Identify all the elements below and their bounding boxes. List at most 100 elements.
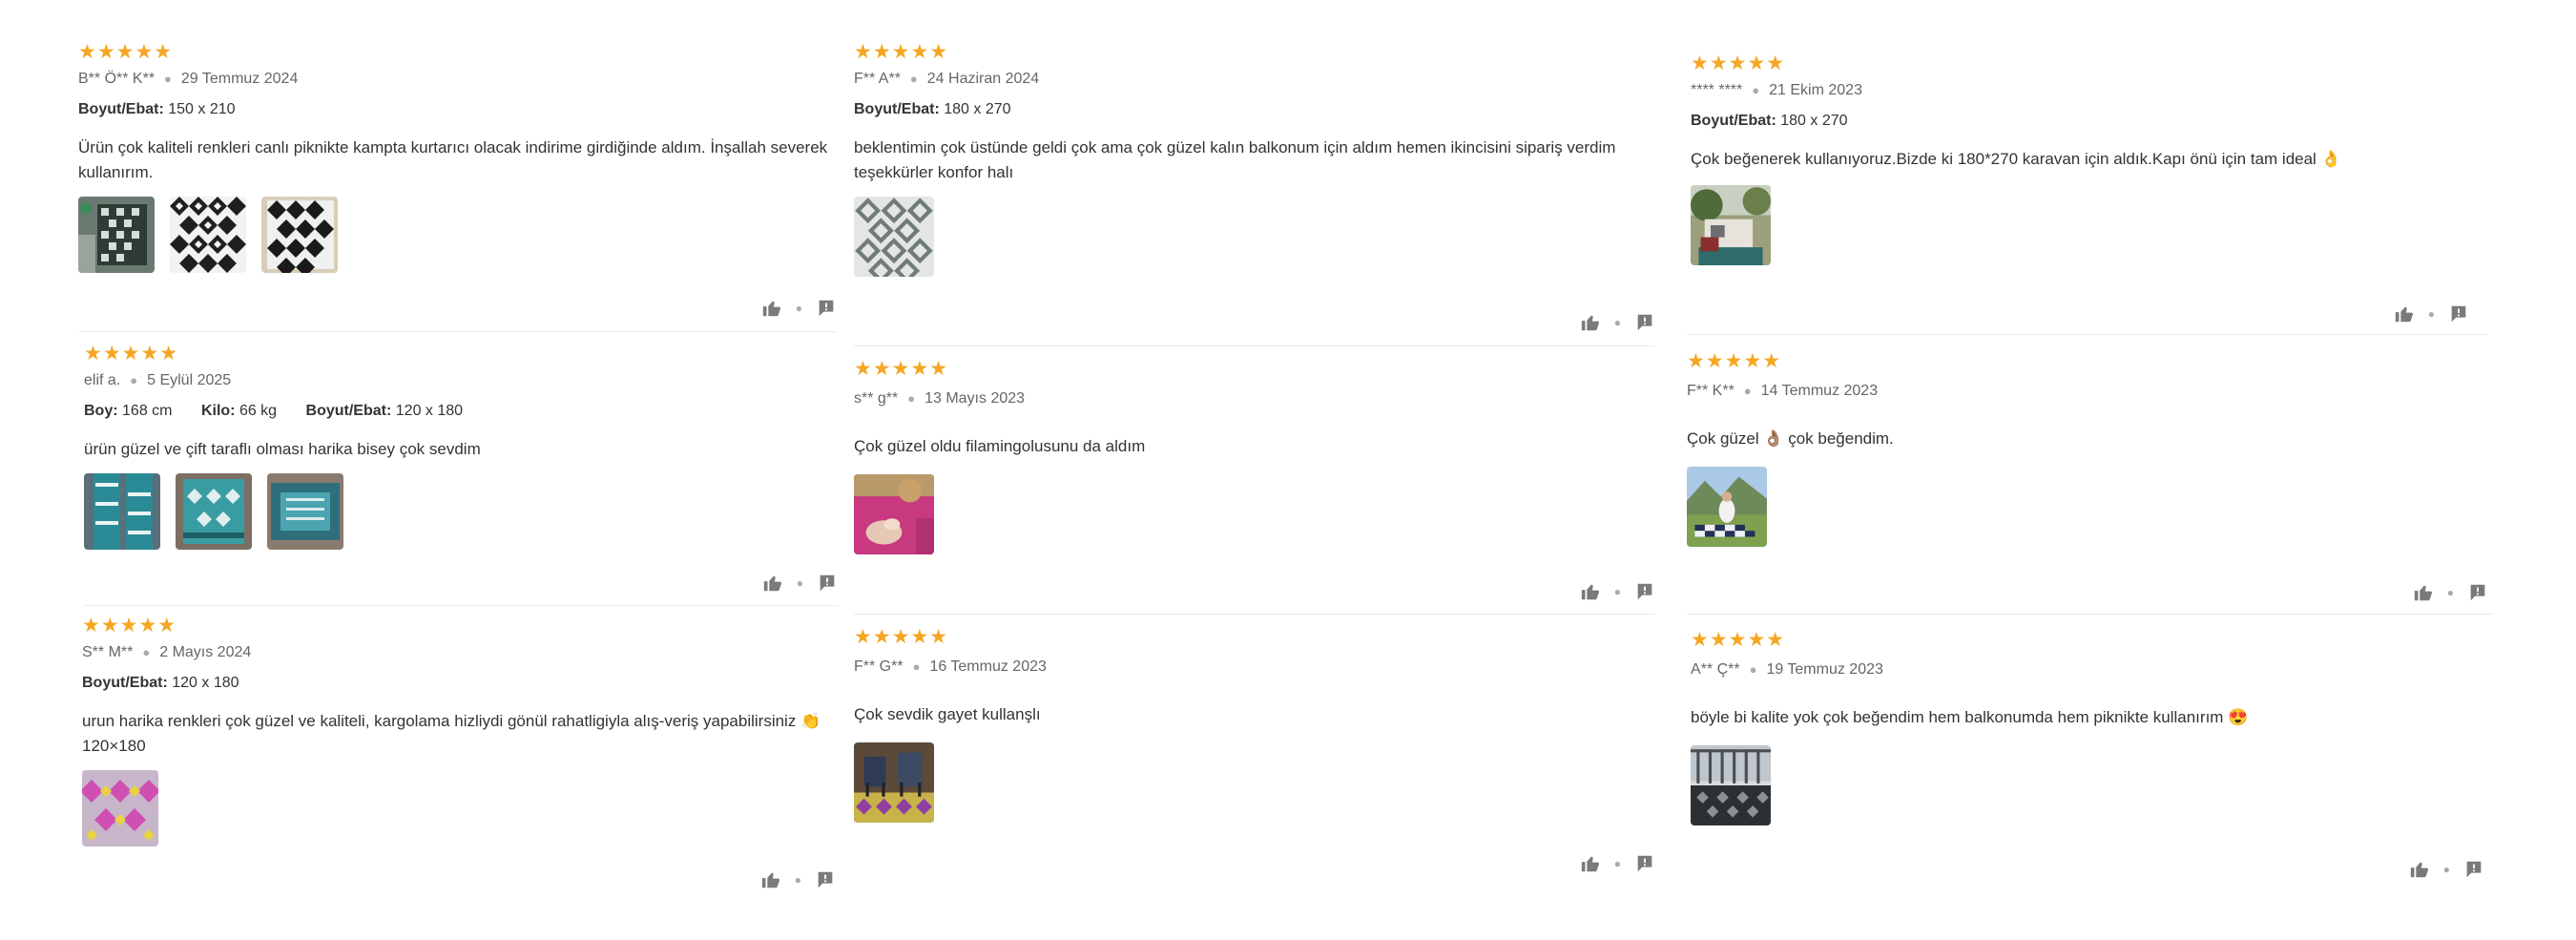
star-rating: ★★★★★ (854, 41, 949, 63)
divider (84, 605, 838, 606)
review-author: A** Ç** (1691, 661, 1740, 678)
thumbs-up-icon[interactable] (1580, 853, 1601, 874)
review-photos (854, 197, 1655, 277)
flag-icon[interactable] (2463, 859, 2484, 880)
divider (78, 331, 837, 332)
thumbs-up-icon[interactable] (760, 869, 781, 890)
review-author: F** A** (854, 71, 901, 87)
review-photo[interactable] (1687, 467, 1767, 547)
attr-label: Boyut/Ebat: (1691, 113, 1776, 129)
review-date: 19 Temmuz 2023 (1766, 661, 1883, 678)
flag-icon[interactable] (2448, 303, 2469, 324)
star-rating: ★★★★★ (78, 41, 174, 63)
review-date: 16 Temmuz 2023 (929, 658, 1047, 675)
review-photo[interactable] (1691, 745, 1771, 825)
review-photo[interactable] (78, 197, 155, 273)
review-attributes: Boyut/Ebat: 120 x 180 (82, 673, 836, 694)
attr-value: 120 x 180 (172, 675, 239, 691)
review-card: ★★★★★ F** A** ● 24 Haziran 2024 Boyut/Ebat… (854, 42, 1655, 333)
thumbs-up-icon[interactable] (2409, 859, 2430, 880)
review-attributes: Boyut/Ebat: 150 x 210 (78, 99, 837, 120)
review-author: elif a. (84, 372, 121, 388)
attr-value: 168 cm (122, 403, 173, 419)
review-photo[interactable] (170, 197, 246, 273)
thumbs-up-icon[interactable] (2394, 303, 2415, 324)
thumbs-up-icon[interactable] (1580, 581, 1601, 602)
flag-icon[interactable] (1634, 581, 1655, 602)
attr-value: 120 x 180 (395, 403, 464, 419)
review-photo[interactable] (854, 742, 934, 823)
attr-label: Boyut/Ebat: (82, 675, 168, 691)
flag-icon[interactable] (1634, 312, 1655, 333)
review-photo[interactable] (176, 473, 252, 550)
attr-value: 66 kg (239, 403, 278, 419)
flag-icon[interactable] (1634, 853, 1655, 874)
review-text: urun harika renkleri çok güzel ve kalite… (82, 712, 821, 755)
review-text: Ürün çok kaliteli renkleri canlı piknikt… (78, 138, 828, 181)
review-date: 5 Eylül 2025 (147, 372, 232, 388)
review-photo[interactable] (84, 473, 160, 550)
review-author: s** g** (854, 390, 899, 407)
review-date: 13 Mayıs 2023 (924, 390, 1026, 407)
review-text: beklentimin çok üstünde geldi çok ama ço… (854, 138, 1616, 181)
review-photo[interactable] (1691, 185, 1771, 265)
thumbs-up-icon[interactable] (761, 298, 782, 319)
thumbs-up-icon[interactable] (2413, 582, 2434, 603)
review-date: 24 Haziran 2024 (926, 71, 1040, 87)
attr-value: 180 x 270 (1780, 113, 1848, 129)
flag-icon[interactable] (815, 869, 836, 890)
review-card: ★★★★★ S** M** ● 2 Mayıs 2024 Boyut/Ebat: 1… (82, 616, 836, 892)
review-author: **** **** (1691, 82, 1743, 98)
star-rating: ★★★★★ (1691, 52, 1786, 74)
review-text: Çok güzel 👌🏽 çok beğendim. (1687, 429, 1894, 448)
review-photo[interactable] (854, 474, 934, 554)
flag-icon[interactable] (816, 298, 837, 319)
review-card: ★★★★★ B** Ö** K** ● 29 Temmuz 2024 Boyut/E… (78, 42, 837, 319)
review-photo[interactable] (261, 197, 338, 273)
review-date: 2 Mayıs 2024 (159, 644, 252, 660)
review-text: ürün güzel ve çift taraflı olması harika… (84, 440, 481, 458)
divider (854, 614, 1655, 615)
review-card: ★★★★★ s** g** ● 13 Mayıs 2023 Çok güzel ol… (854, 359, 1655, 600)
review-text: Çok beğenerek kullanıyoruz.Bizde ki 180*… (1691, 150, 2341, 168)
attr-value: 150 x 210 (168, 101, 236, 117)
attr-label: Boy: (84, 403, 118, 419)
attr-value: 180 x 270 (944, 101, 1011, 117)
review-attributes: Boy: 168 cm Kilo: 66 kg Boyut/Ebat: 120 … (84, 401, 838, 422)
star-rating: ★★★★★ (1691, 629, 1786, 651)
review-attributes: Boyut/Ebat: 180 x 270 (854, 99, 1655, 120)
divider (854, 345, 1655, 346)
review-author: F** K** (1687, 383, 1735, 399)
attr-label: Boyut/Ebat: (305, 403, 392, 419)
review-card: ★★★★★ F** K** ● 14 Temmuz 2023 Çok güzel 👌… (1687, 351, 2507, 604)
review-photos (82, 770, 836, 846)
star-rating: ★★★★★ (82, 615, 177, 637)
review-photos (854, 474, 1655, 554)
review-author: S** M** (82, 644, 134, 660)
review-author: F** G** (854, 658, 904, 675)
review-card: ★★★★★ F** G** ● 16 Temmuz 2023 Çok sevdik … (854, 627, 1674, 875)
review-photo[interactable] (267, 473, 343, 550)
review-photo[interactable] (854, 197, 934, 277)
review-author: B** Ö** K** (78, 71, 156, 87)
review-photos (854, 742, 1674, 823)
divider (1687, 334, 2488, 335)
review-photos (84, 473, 838, 550)
attr-label: Boyut/Ebat: (854, 101, 940, 117)
review-card: ★★★★★ **** **** ● 21 Ekim 2023 Boyut/Ebat:… (1691, 53, 2492, 325)
star-rating: ★★★★★ (854, 358, 949, 380)
review-photos (1691, 745, 2511, 825)
flag-icon[interactable] (2467, 582, 2488, 603)
thumbs-up-icon[interactable] (762, 573, 783, 594)
review-text: Çok sevdik gayet kullanşlı (854, 705, 1041, 723)
attr-label: Kilo: (200, 403, 236, 419)
review-photos (1687, 467, 2507, 547)
star-rating: ★★★★★ (1687, 350, 1782, 372)
star-rating: ★★★★★ (84, 343, 179, 365)
review-date: 14 Temmuz 2023 (1760, 383, 1879, 399)
flag-icon[interactable] (817, 573, 838, 594)
thumbs-up-icon[interactable] (1580, 312, 1601, 333)
review-photo[interactable] (82, 770, 158, 846)
divider (1687, 614, 2493, 615)
review-card: ★★★★★ elif a. ● 5 Eylül 2025 Boy: 168 cm K… (84, 344, 838, 594)
